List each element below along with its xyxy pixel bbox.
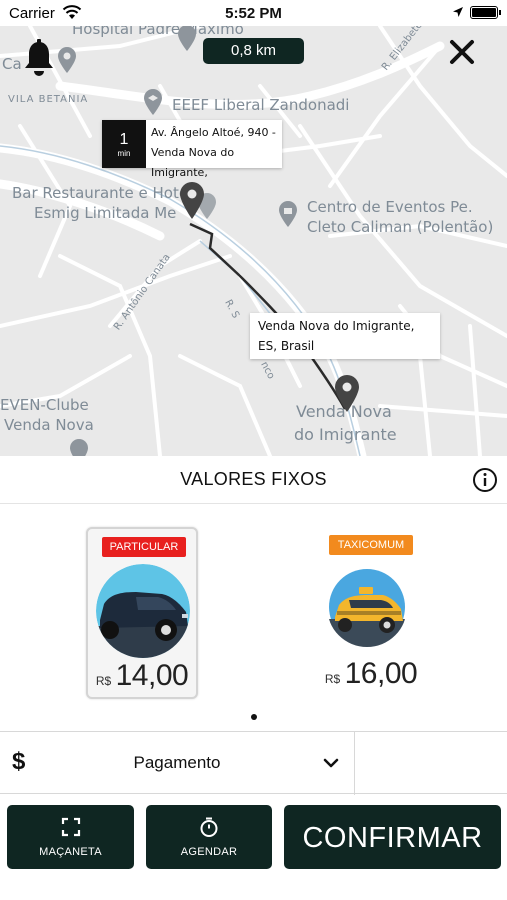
map-label-town-line2: do Imigrante	[294, 425, 397, 444]
close-icon[interactable]	[448, 38, 476, 66]
payment-label: Pagamento	[133, 753, 221, 772]
map-label-cafe: Ca	[2, 55, 22, 73]
school-marker-icon	[144, 89, 162, 115]
hospital-marker-icon	[178, 26, 196, 51]
map-label-even-line2: Venda Nova	[4, 416, 94, 434]
clock: 5:52 PM	[225, 5, 282, 22]
club-marker-icon	[70, 439, 88, 456]
option-particular[interactable]: PARTICULAR R$ 14,00	[86, 527, 198, 699]
map-label-school: EEEF Liberal Zandonadi	[172, 96, 350, 114]
currency-label: R$	[324, 672, 341, 686]
map-label-bar-line1: Bar Restaurante e Hotel	[12, 184, 193, 202]
page-indicator	[251, 714, 257, 720]
map-view[interactable]: Hospital Padre Maximo Ca VILA BETANIA EE…	[0, 26, 507, 456]
eta-value: 1	[119, 130, 129, 148]
confirm-label: CONFIRMAR	[302, 822, 483, 854]
info-icon[interactable]	[472, 467, 498, 493]
expand-icon	[61, 817, 80, 837]
status-bar: Carrier 5:52 PM	[0, 0, 507, 26]
event-center-marker-icon	[279, 201, 297, 227]
ride-options: PARTICULAR R$ 14,00 TAXICOMUM R$ 16,00	[0, 505, 507, 730]
map-label-vila-betania: VILA BETANIA	[8, 94, 89, 105]
payment-divider	[354, 732, 355, 795]
chevron-down-icon[interactable]	[322, 754, 340, 772]
agendar-label: AGENDAR	[180, 846, 238, 858]
stopwatch-icon	[200, 817, 218, 837]
confirm-button[interactable]: CONFIRMAR	[284, 805, 501, 869]
origin-address: Av. Ângelo Altoé, 940 - Venda Nova do Im…	[151, 126, 276, 179]
origin-callout: 1 min Av. Ângelo Altoé, 940 - Venda Nova…	[102, 120, 282, 179]
action-bar: MAÇANETA AGENDAR CONFIRMAR	[0, 795, 507, 900]
distance-badge: 0,8 km	[203, 38, 304, 64]
price-value: 16,00	[344, 657, 418, 690]
option-badge: TAXICOMUM	[329, 535, 413, 555]
taxi-icon	[329, 569, 405, 647]
price-value: 14,00	[115, 659, 189, 692]
destination-callout: Venda Nova do Imigrante, ES, Brasil	[250, 313, 440, 359]
option-price: R$ 14,00	[88, 659, 196, 693]
eta-unit: min	[117, 148, 131, 158]
agendar-button[interactable]: AGENDAR	[146, 805, 272, 869]
origin-pin-icon	[180, 182, 204, 219]
location-arrow-icon	[453, 7, 463, 17]
option-price: R$ 16,00	[315, 657, 427, 691]
private-car-icon	[96, 564, 190, 658]
currency-label: R$	[95, 674, 112, 688]
option-badge: PARTICULAR	[102, 537, 186, 557]
poi-marker-icon	[58, 47, 76, 73]
bell-icon[interactable]	[22, 38, 56, 78]
map-label-centro-line1: Centro de Eventos Pe.	[307, 198, 473, 216]
map-label-hospital: Hospital Padre Maximo	[72, 26, 244, 38]
macaneta-button[interactable]: MAÇANETA	[7, 805, 134, 869]
macaneta-label: MAÇANETA	[39, 846, 102, 858]
map-label-centro-line2: Cleto Caliman (Polentão)	[307, 218, 494, 236]
map-label-even-line1: EVEN-Clube	[0, 396, 89, 414]
fare-panel-header: VALORES FIXOS	[0, 456, 507, 504]
panel-title: VALORES FIXOS	[180, 469, 327, 489]
battery-icon	[470, 6, 501, 19]
eta-box: 1 min	[102, 120, 146, 168]
option-taxicomum[interactable]: TAXICOMUM R$ 16,00	[315, 527, 427, 699]
map-label-bar-line2: Esmig Limitada Me	[34, 204, 177, 222]
road-network	[0, 26, 507, 456]
destination-pin-icon	[335, 375, 359, 412]
payment-selector[interactable]: $ Pagamento	[0, 731, 507, 795]
